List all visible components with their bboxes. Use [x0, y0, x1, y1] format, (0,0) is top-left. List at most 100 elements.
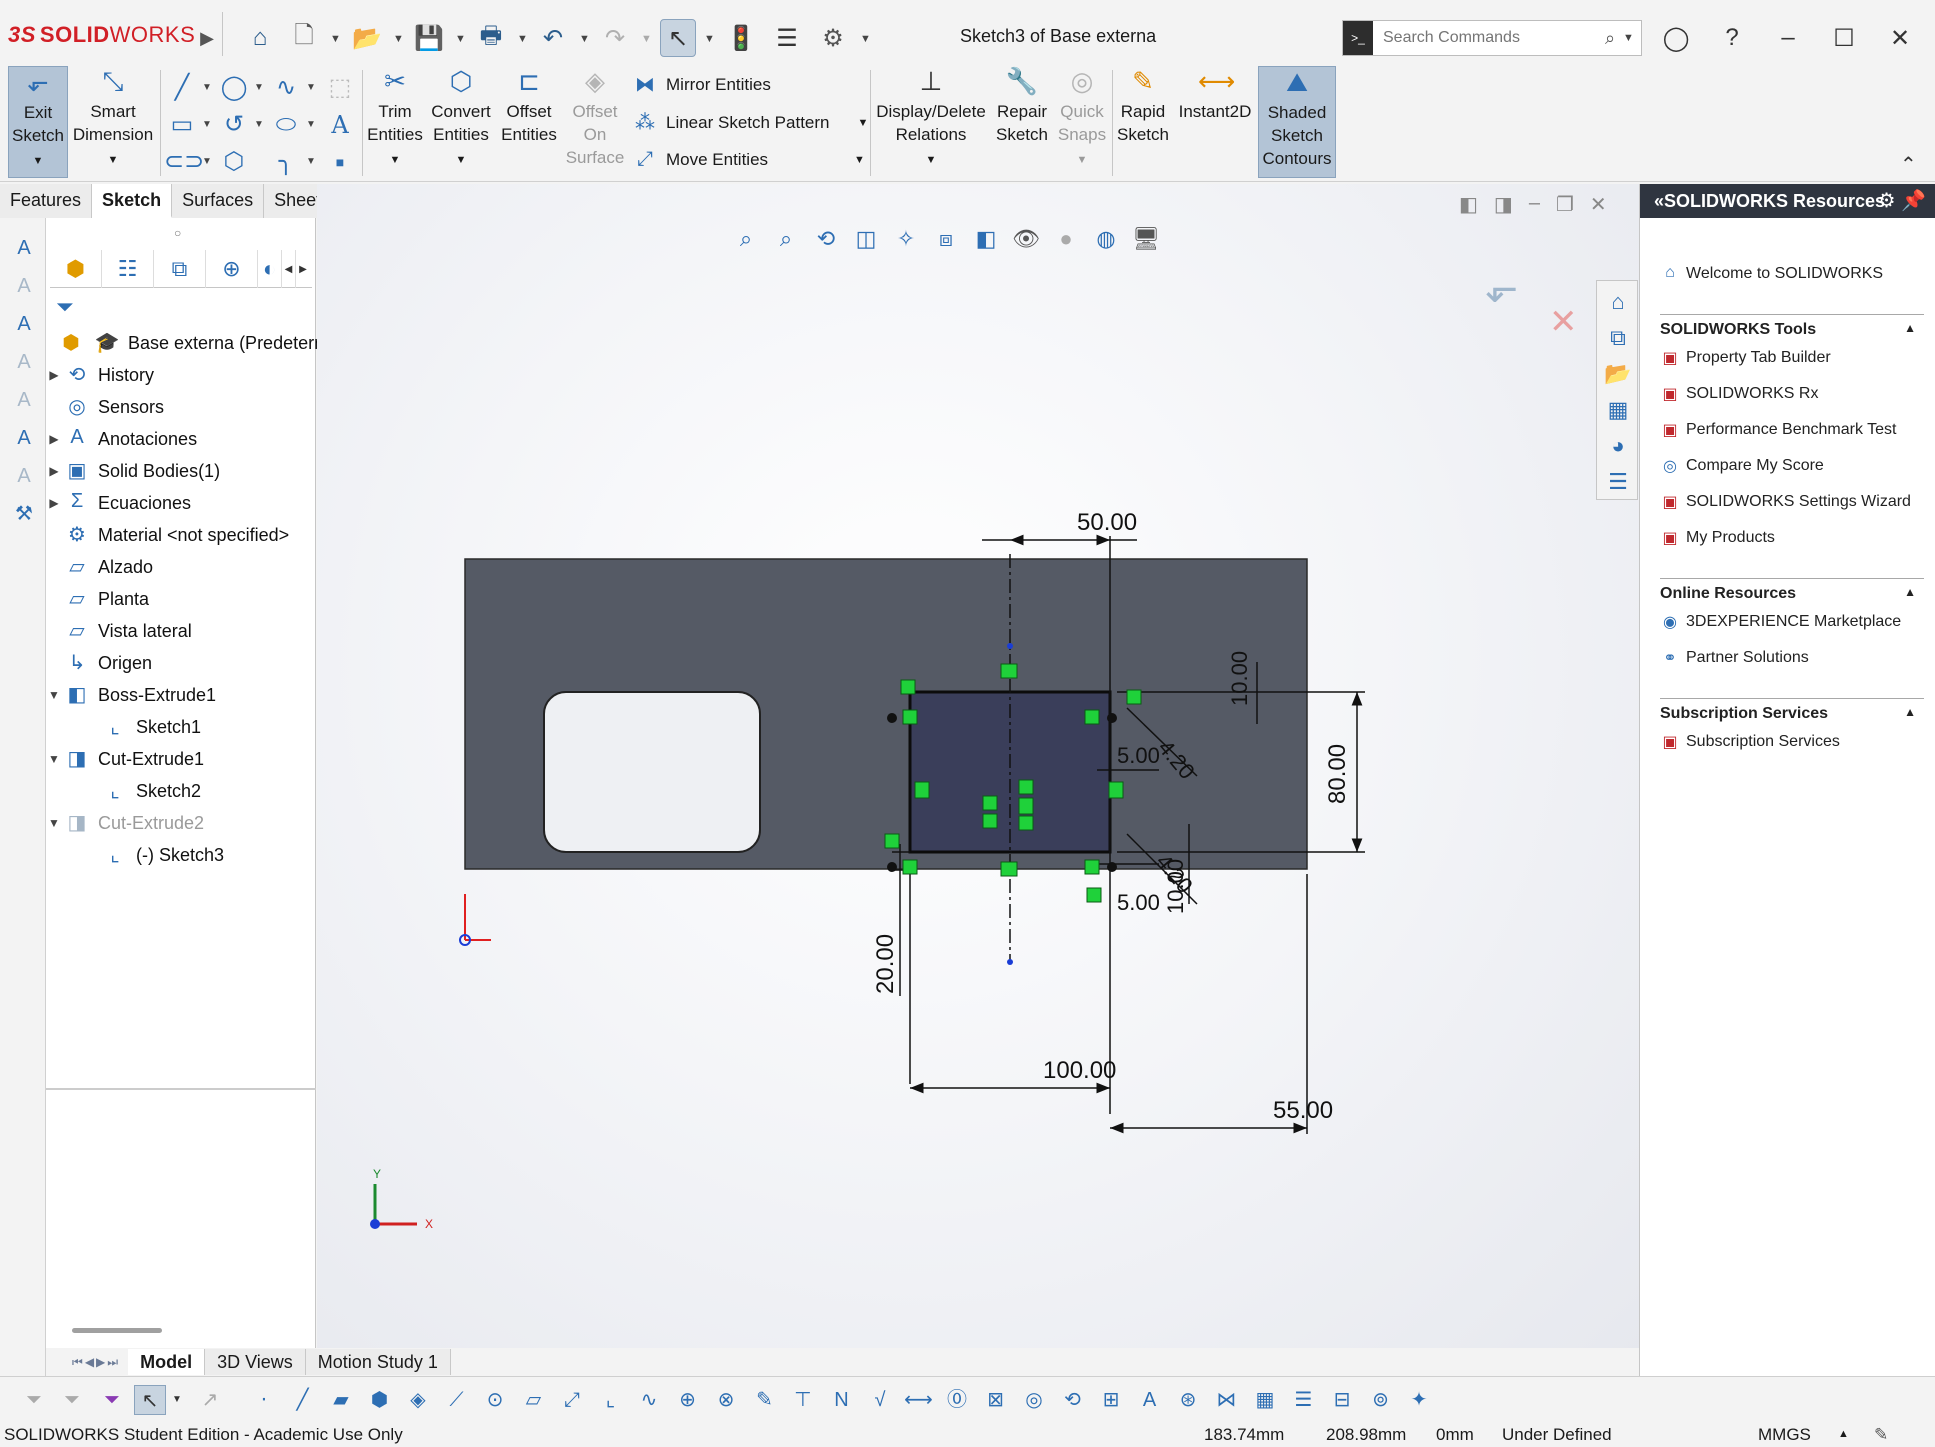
- section-collapse-icon[interactable]: ▲: [1904, 585, 1916, 599]
- user-account-icon[interactable]: ◯: [1656, 18, 1696, 58]
- file-explorer-icon[interactable]: 📂: [1603, 359, 1633, 389]
- maximize-window-button[interactable]: ☐: [1824, 18, 1864, 58]
- filter-text-icon[interactable]: A: [1134, 1385, 1166, 1415]
- dim-text-left[interactable]: 20.00: [872, 934, 899, 994]
- text-tool-icon[interactable]: A: [322, 109, 358, 141]
- tree-item-boss-extrude1[interactable]: ▼ ◧ Boss-Extrude1: [46, 680, 216, 710]
- ellipse-caret-icon[interactable]: ▼: [304, 109, 318, 141]
- close-window-button[interactable]: ✕: [1880, 18, 1920, 58]
- exit-sketch-button[interactable]: ⬐ Exit Sketch ▼: [8, 66, 68, 178]
- custom-properties-icon[interactable]: ☰: [1603, 467, 1633, 497]
- search-icon[interactable]: ⌕: [1597, 28, 1623, 49]
- tree-item-planta[interactable]: ▱ Planta: [46, 584, 149, 614]
- dim-text-small-c[interactable]: 5.00: [1117, 890, 1160, 915]
- resource-link-performance-benchmark-test[interactable]: ▣ Performance Benchmark Test: [1660, 420, 1896, 440]
- filter-annotations-icon[interactable]: ✦: [1403, 1385, 1435, 1415]
- appearances-icon[interactable]: ◕: [1603, 431, 1633, 461]
- design-library-icon[interactable]: ⧉: [1603, 323, 1633, 353]
- bottom-tab-motion-study-1[interactable]: Motion Study 1: [305, 1349, 451, 1375]
- annotation-a-icon[interactable]: A: [10, 234, 38, 262]
- annotation-b-icon[interactable]: A: [10, 272, 38, 300]
- filter-balloons-icon[interactable]: ⓪: [941, 1385, 973, 1415]
- filter-notes-icon[interactable]: N: [826, 1385, 858, 1415]
- property-manager-tab-icon[interactable]: ☷: [102, 250, 154, 288]
- resource-section-solidworks-tools[interactable]: SOLIDWORKS Tools ▲: [1660, 314, 1924, 339]
- new-document-icon[interactable]: 🗋: [287, 21, 321, 55]
- annotation-g-icon[interactable]: A: [10, 462, 38, 490]
- spline-caret-icon[interactable]: ▼: [304, 72, 318, 104]
- filter-cut-list-icon[interactable]: ☰: [1288, 1385, 1320, 1415]
- spline-tool-icon[interactable]: ∿: [268, 72, 304, 104]
- slot-tool-icon[interactable]: ⊂⊃: [164, 146, 204, 178]
- file-properties-icon[interactable]: ☰: [770, 21, 804, 55]
- resource-link-solidworks-settings-wizard[interactable]: ▣ SOLIDWORKS Settings Wizard: [1660, 492, 1911, 512]
- resources-home-icon[interactable]: ⌂: [1603, 287, 1633, 317]
- select-pointer-filter-icon[interactable]: ↖: [134, 1385, 166, 1415]
- tree-item-vista-lateral[interactable]: ▱ Vista lateral: [46, 616, 191, 646]
- section-collapse-icon[interactable]: ▲: [1904, 321, 1916, 335]
- display-delete-relations-button[interactable]: ⊥ Display/Delete Relations ▼: [872, 66, 990, 178]
- dim-text-small-b[interactable]: 10.00: [1163, 859, 1188, 914]
- filter-surface-bodies-icon[interactable]: ◈: [402, 1385, 434, 1415]
- dim-text-top[interactable]: 50.00: [1077, 509, 1137, 536]
- options-caret-icon[interactable]: ▼: [860, 33, 871, 45]
- tree-horizontal-scrollbar[interactable]: [72, 1328, 162, 1333]
- minimize-window-button[interactable]: –: [1768, 18, 1808, 58]
- sketch-grid-icon[interactable]: ⬚: [322, 72, 358, 104]
- filter-dowel-icon[interactable]: ⊟: [1326, 1385, 1358, 1415]
- redo-icon[interactable]: ↷: [598, 21, 632, 55]
- new-caret-icon[interactable]: ▼: [330, 33, 341, 45]
- welcome-link[interactable]: ⌂ Welcome to SOLIDWORKS: [1660, 264, 1883, 284]
- dim-text-small-a[interactable]: 10.00: [1227, 651, 1252, 706]
- select-caret-bottom-icon[interactable]: ▼: [170, 1385, 184, 1415]
- resource-section-online-resources[interactable]: Online Resources ▲: [1660, 578, 1924, 603]
- ellipse-tool-icon[interactable]: ⬭: [268, 109, 304, 141]
- bottom-tab-3d-views[interactable]: 3D Views: [205, 1349, 306, 1375]
- print-icon[interactable]: 🖶: [474, 21, 508, 55]
- graphics-area[interactable]: ⌕ ⌕ ⟲ ◫ ✧ ⧈ ◧ 👁 ● ◍ 🖥 ◧ ◨ – ❐ ✕ ⬐ ✕ 50.0…: [317, 184, 1639, 1374]
- filter-solid-bodies-icon[interactable]: ⬢: [364, 1385, 396, 1415]
- filter-edges-icon[interactable]: ╱: [287, 1385, 319, 1415]
- tree-item-origen[interactable]: ↳ Origen: [46, 648, 152, 678]
- filter-hole-tables-icon[interactable]: ▦: [1249, 1385, 1281, 1415]
- solidworks-logo[interactable]: 3S SOLIDWORKS: [8, 22, 195, 48]
- annotation-d-icon[interactable]: A: [10, 348, 38, 376]
- filter-mates-icon[interactable]: ⋈: [1211, 1385, 1243, 1415]
- display-manager-tab-icon[interactable]: ◐: [258, 250, 282, 288]
- collapse-ribbon-icon[interactable]: ⌃: [1900, 152, 1917, 177]
- first-tab-icon[interactable]: ⏮: [72, 1355, 83, 1370]
- quick-snaps-button[interactable]: ◎ Quick Snaps ▼: [1054, 66, 1110, 178]
- filter-planes-icon[interactable]: ▱: [518, 1385, 550, 1415]
- centerline-endpoint-top[interactable]: [1007, 643, 1013, 649]
- resource-section-subscription-services[interactable]: Subscription Services ▲: [1660, 698, 1924, 723]
- tree-item-sketch3[interactable]: ⌞ (-) Sketch3: [84, 840, 224, 870]
- polygon-tool-icon[interactable]: ⬡: [216, 146, 252, 178]
- point-tool-icon[interactable]: ■: [322, 146, 358, 178]
- filter-gtol-icon[interactable]: ⊠: [980, 1385, 1012, 1415]
- dim-text-height[interactable]: 80.00: [1324, 744, 1351, 804]
- filter-center-marks-icon[interactable]: ⊗: [710, 1385, 742, 1415]
- tabs-scroll-right-icon[interactable]: ▶: [296, 250, 310, 288]
- mirror-entities-button[interactable]: ⧓ Mirror Entities: [632, 72, 771, 97]
- tree-root-part[interactable]: ⬢ 🎓 Base externa (Predetermi: [56, 328, 333, 358]
- units-caret-icon[interactable]: ▲: [1838, 1422, 1849, 1447]
- filter-midpoints-icon[interactable]: ⊕: [672, 1385, 704, 1415]
- filter-clear-icon[interactable]: ⏷: [56, 1385, 88, 1415]
- filter-icon[interactable]: ⏷: [56, 294, 74, 320]
- undo-caret-icon[interactable]: ▼: [579, 33, 590, 45]
- search-commands-box[interactable]: >_ ⌕ ▼: [1342, 20, 1642, 56]
- tree-item-solid-bodies-1[interactable]: ▶ ▣ Solid Bodies(1): [46, 456, 220, 486]
- expand-arrow-icon[interactable]: ▶: [46, 432, 62, 446]
- trim-entities-button[interactable]: ✂ Trim Entities ▼: [364, 66, 426, 178]
- tabs-scroll-left-icon[interactable]: ◀: [282, 250, 296, 288]
- shaded-sketch-contours-button[interactable]: ⛰ Shaded Sketch Contours: [1258, 66, 1336, 178]
- view-palette-icon[interactable]: ▦: [1603, 395, 1633, 425]
- tree-item-sketch1[interactable]: ⌞ Sketch1: [84, 712, 201, 742]
- tool-wrench-icon[interactable]: ⚒: [10, 500, 38, 528]
- open-folder-icon[interactable]: 📂: [350, 21, 384, 55]
- annotation-c-icon[interactable]: A: [10, 310, 38, 338]
- bottom-tab-model[interactable]: Model: [128, 1349, 206, 1375]
- filter-weld-beads-icon[interactable]: ✎: [749, 1385, 781, 1415]
- fillet-tool-icon[interactable]: ╮: [268, 146, 304, 178]
- filter-cosmetic-threads-icon[interactable]: ⟲: [1057, 1385, 1089, 1415]
